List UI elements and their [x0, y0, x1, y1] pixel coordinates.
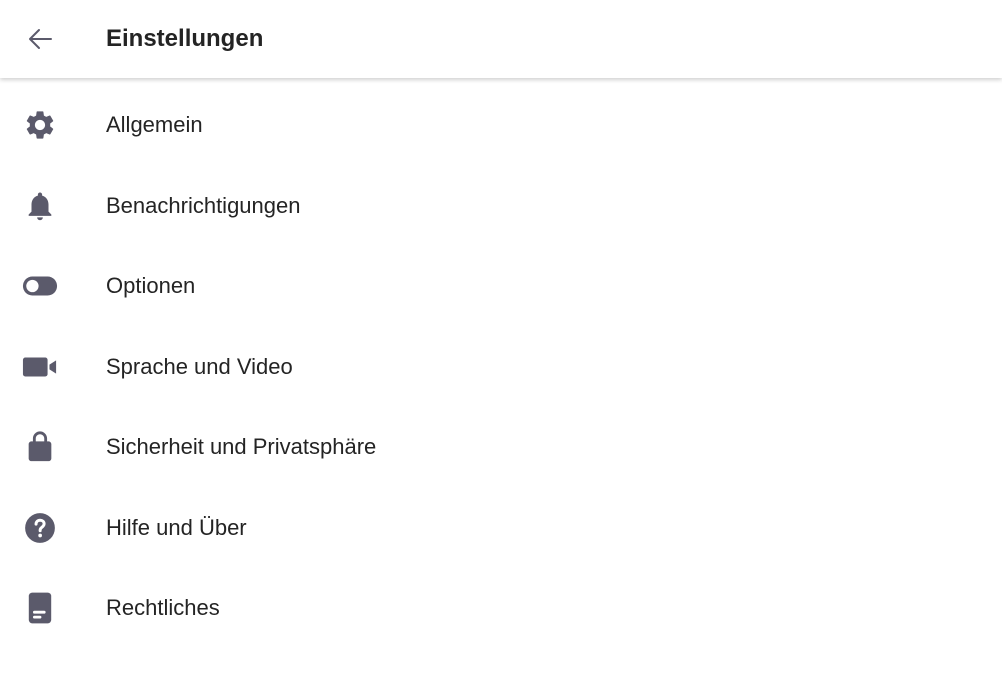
help-icon: [22, 510, 58, 546]
settings-item-label: Sicherheit und Privatsphäre: [106, 434, 377, 460]
settings-item-label: Optionen: [106, 273, 196, 299]
settings-item-benachrichtigungen[interactable]: Benachrichtigungen: [0, 166, 1002, 247]
settings-item-label: Hilfe und Über: [106, 514, 247, 540]
lock-icon: [22, 429, 58, 465]
video-camera-icon: [22, 349, 58, 385]
app-bar: Einstellungen: [0, 0, 1002, 78]
toggle-icon: [22, 268, 58, 304]
settings-item-hilfe[interactable]: Hilfe und Über: [0, 488, 1002, 569]
settings-item-rechtliches[interactable]: Rechtliches: [0, 568, 1002, 649]
settings-item-label: Allgemein: [106, 112, 203, 138]
settings-item-allgemein[interactable]: Allgemein: [0, 85, 1002, 166]
settings-item-label: Rechtliches: [106, 595, 220, 621]
bell-icon: [22, 188, 58, 224]
settings-item-label: Benachrichtigungen: [106, 192, 301, 218]
settings-item-label: Sprache und Video: [106, 353, 293, 379]
gear-icon: [22, 107, 58, 143]
settings-list: Allgemein Benachrichtigungen Optionen Sp…: [0, 78, 1002, 649]
settings-item-optionen[interactable]: Optionen: [0, 246, 1002, 327]
document-icon: [22, 590, 58, 626]
settings-item-sprache-video[interactable]: Sprache und Video: [0, 327, 1002, 408]
back-button[interactable]: [22, 21, 58, 57]
arrow-left-icon: [29, 29, 52, 49]
settings-item-sicherheit[interactable]: Sicherheit und Privatsphäre: [0, 407, 1002, 488]
page-title: Einstellungen: [106, 25, 264, 52]
